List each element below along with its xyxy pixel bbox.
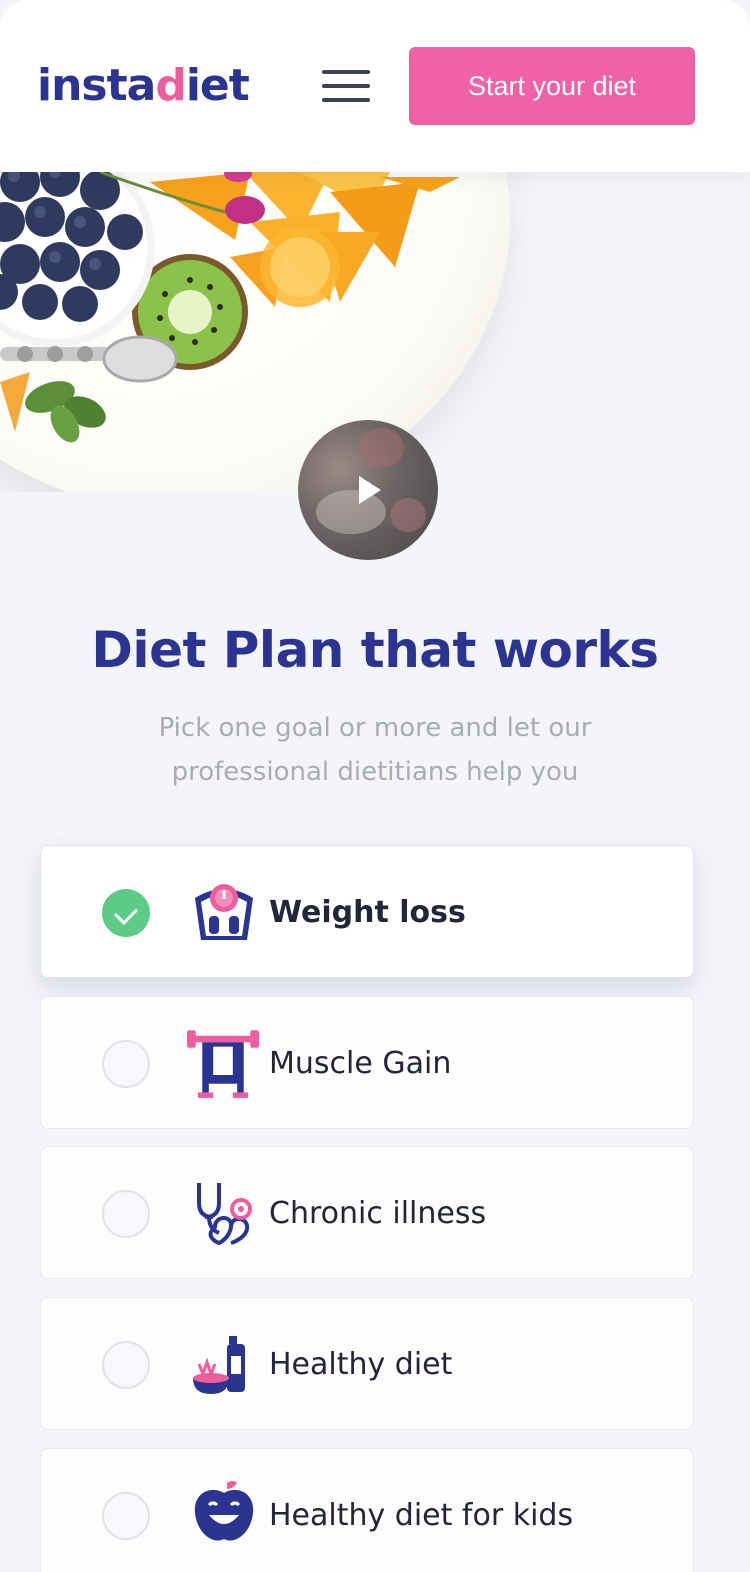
apple-smile-icon	[194, 1481, 254, 1541]
logo-text-accent: d	[155, 60, 186, 111]
top-header: instadiet Start your diet	[0, 0, 750, 172]
mint-leaves	[0, 372, 106, 443]
goal-option-weight-loss[interactable]: Weight loss	[40, 845, 694, 978]
goal-option-label: Healthy diet for kids	[269, 1498, 574, 1533]
video-thumbnail-detail	[390, 498, 426, 532]
goal-option-healthy-diet[interactable]: Healthy diet	[40, 1297, 694, 1430]
scale-icon	[195, 884, 253, 940]
logo-text-tail: iet	[185, 60, 250, 111]
goal-option-label: Healthy diet	[269, 1347, 453, 1382]
radio-button[interactable]	[102, 1341, 150, 1389]
goal-option-label: Chronic illness	[269, 1196, 487, 1231]
instadiet-logo[interactable]: instadiet	[37, 58, 250, 114]
page-subtitle: Pick one goal or more and let our profes…	[158, 713, 592, 787]
goal-option-label: Muscle Gain	[269, 1046, 452, 1081]
radio-button[interactable]	[102, 1492, 150, 1540]
food-bottle-icon	[193, 1336, 245, 1394]
play-icon	[359, 476, 381, 504]
page-title: Diet Plan that works	[91, 621, 659, 679]
fruit-plate-illustration	[0, 172, 460, 443]
radio-button[interactable]	[102, 1190, 150, 1238]
menu-icon-bar	[322, 84, 370, 88]
checkmark-icon[interactable]	[102, 889, 150, 937]
blueberry-bowl	[0, 172, 155, 347]
video-play-button[interactable]	[298, 420, 438, 560]
video-thumbnail-detail	[358, 428, 404, 468]
radio-button[interactable]	[102, 1040, 150, 1088]
goal-option-muscle-gain[interactable]: Muscle Gain	[40, 996, 694, 1129]
start-diet-button[interactable]: Start your diet	[409, 47, 695, 125]
goal-option-chronic-illness[interactable]: Chronic illness	[40, 1146, 694, 1279]
logo-text-main: insta	[37, 60, 156, 111]
goal-option-healthy-diet-kids[interactable]: Healthy diet for kids	[40, 1448, 694, 1572]
menu-icon-bar	[322, 70, 370, 74]
dumbbell-icon	[187, 1030, 259, 1098]
goal-option-label: Weight loss	[269, 895, 466, 930]
menu-icon-bar	[322, 98, 370, 102]
app-frame: instadiet Start your diet Diet Plan that…	[0, 0, 750, 1572]
stethoscope-icon	[197, 1183, 252, 1246]
menu-icon[interactable]	[322, 68, 370, 104]
